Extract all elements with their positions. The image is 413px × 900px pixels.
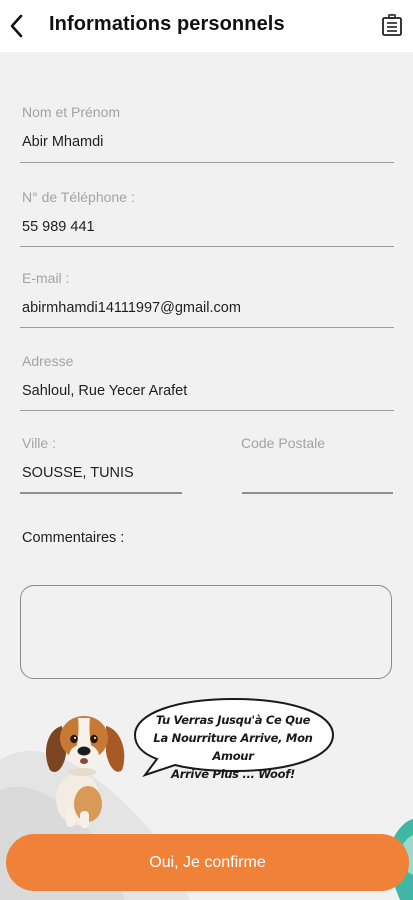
speech-line-2: La Nourriture Arrive, Mon Amour	[153, 731, 313, 763]
speech-line-1: Tu Verras Jusqu'à Ce Que	[155, 713, 311, 727]
comments-textarea[interactable]	[20, 585, 392, 679]
phone-label: N° de Téléphone :	[22, 189, 135, 205]
back-button[interactable]	[6, 12, 26, 40]
address-label: Adresse	[22, 353, 74, 369]
postal-code-label: Code Postale	[241, 435, 326, 451]
city-label: Ville :	[22, 435, 56, 451]
email-field[interactable]: abirmhamdi14111997@gmail.com	[22, 300, 241, 316]
city-field[interactable]: SOUSSE, TUNIS	[22, 465, 134, 481]
chevron-left-icon	[10, 14, 23, 38]
city-underline	[20, 492, 182, 494]
document-button[interactable]	[381, 13, 403, 37]
confirm-button[interactable]: Oui, Je confirme	[6, 834, 409, 891]
name-field[interactable]: Abir Mhamdi	[22, 134, 103, 150]
speech-line-3: Arrive Plus ... Woof!	[171, 767, 295, 781]
app-header: Informations personnels	[0, 0, 413, 52]
phone-underline	[20, 246, 394, 247]
address-underline	[20, 410, 394, 411]
name-underline	[20, 162, 394, 163]
address-field[interactable]: Sahloul, Rue Yecer Arafet	[22, 383, 187, 399]
speech-bubble-text: Tu Verras Jusqu'à Ce Que La Nourriture A…	[138, 711, 328, 783]
email-underline	[20, 327, 394, 328]
email-label: E-mail :	[22, 270, 70, 286]
document-icon	[382, 13, 402, 36]
dog-mascot-image	[46, 716, 125, 828]
postal-code-underline	[242, 492, 393, 494]
name-label: Nom et Prénom	[22, 104, 121, 120]
comments-label: Commentaires :	[22, 530, 125, 546]
phone-field[interactable]: 55 989 441	[22, 219, 95, 235]
page-title: Informations personnels	[49, 13, 285, 35]
